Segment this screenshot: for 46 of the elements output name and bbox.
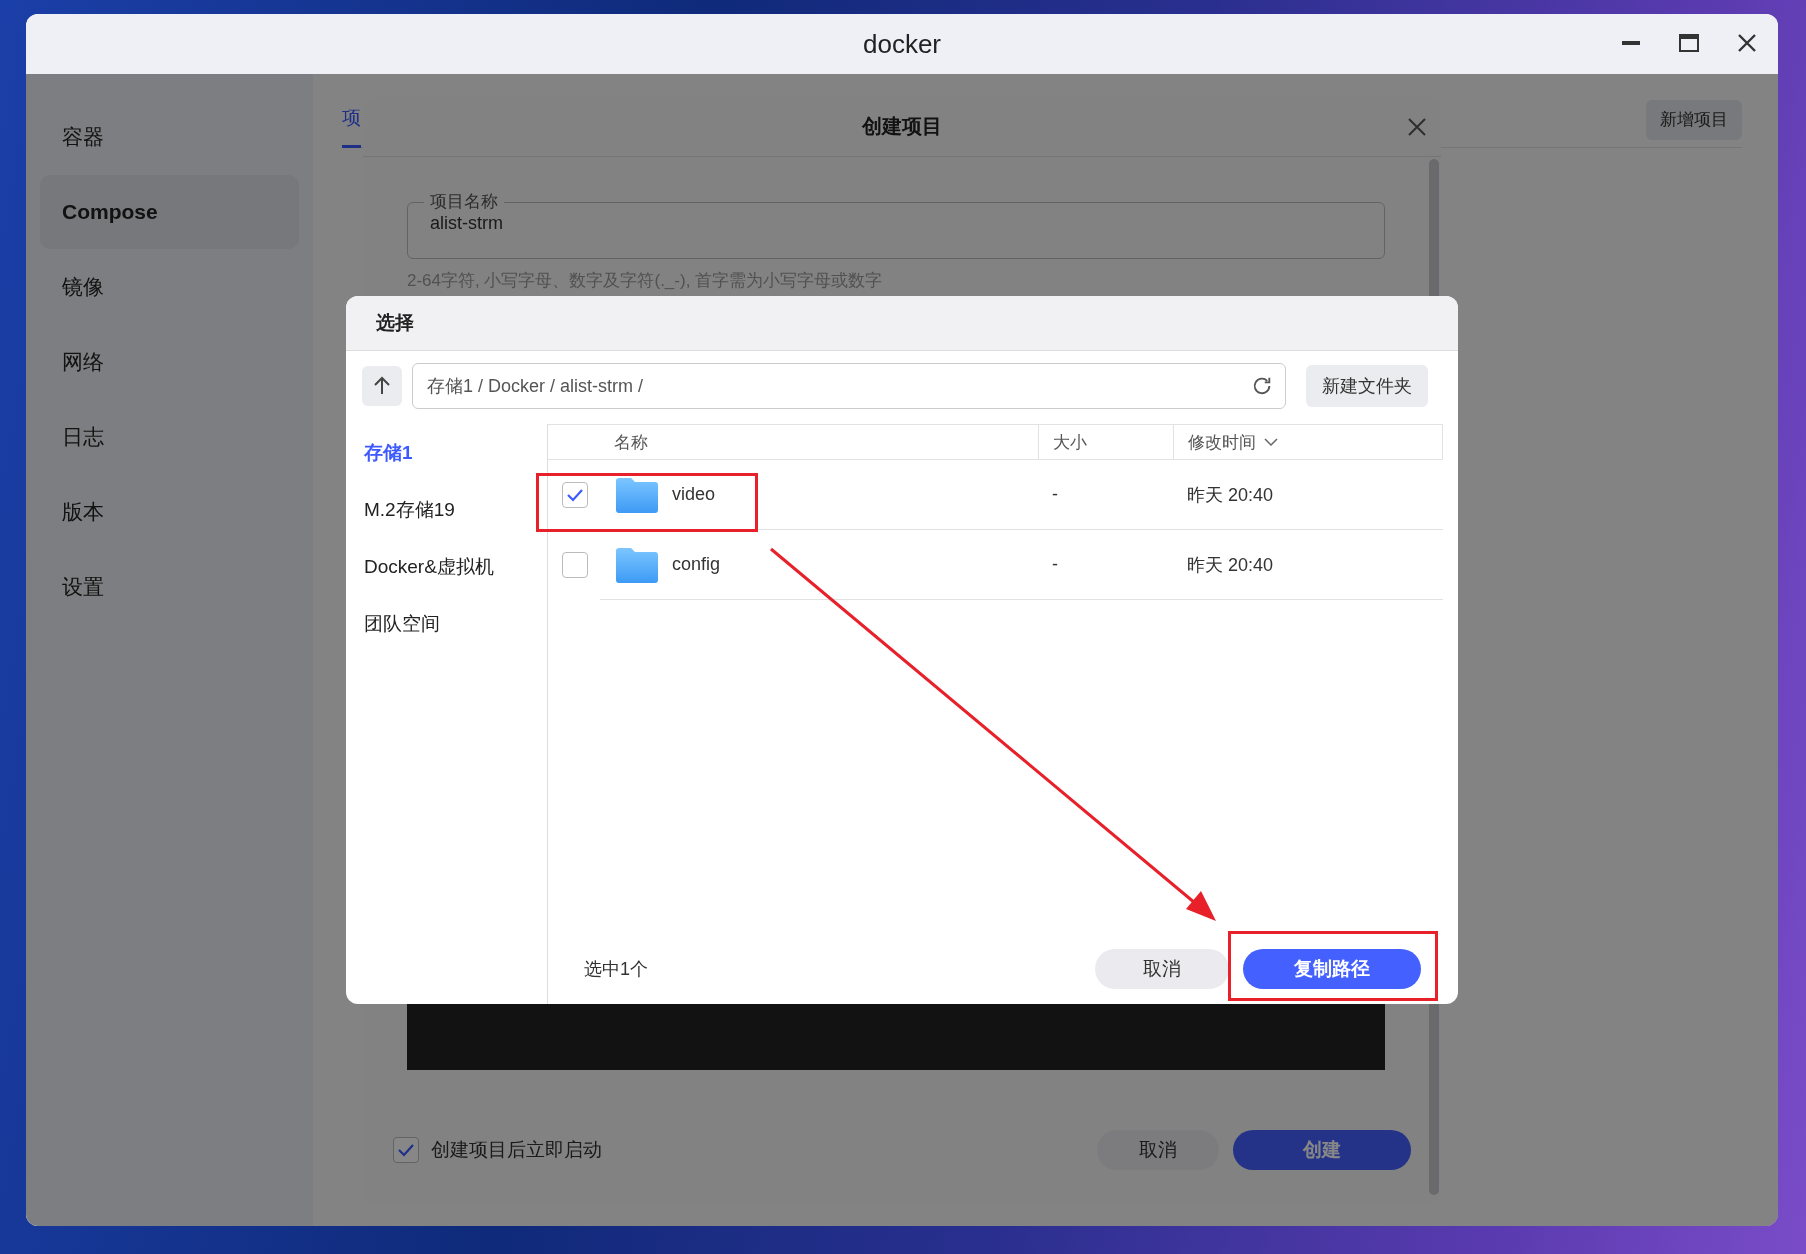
dialog-title: 创建项目 [862, 114, 942, 139]
check-icon [566, 487, 584, 502]
checkbox[interactable] [562, 551, 588, 578]
sidebar-item[interactable]: 网络 [40, 325, 299, 399]
new-folder-button[interactable]: 新建文件夹 [1306, 365, 1428, 407]
checkbox-label: 创建项目后立即启动 [431, 1138, 602, 1162]
cancel-button[interactable]: 取消 [1095, 949, 1229, 989]
location-item[interactable]: M.2存储19 [346, 481, 547, 538]
close-icon[interactable] [1736, 32, 1758, 54]
table-cell: - [1052, 554, 1058, 575]
check-icon [397, 1143, 415, 1157]
arrow-up-icon [372, 376, 392, 396]
location-item[interactable]: 存储1 [346, 424, 547, 481]
sidebar-item[interactable]: 容器 [40, 100, 299, 174]
file-name[interactable]: config [672, 554, 721, 575]
checkbox[interactable] [393, 1137, 419, 1163]
location-item[interactable]: 团队空间 [346, 595, 547, 652]
add-project-button[interactable]: 新增项目 [1646, 99, 1742, 140]
folder-icon [614, 546, 660, 583]
refresh-icon[interactable] [1251, 375, 1273, 397]
sidebar-item[interactable]: 设置 [40, 550, 299, 624]
create-button[interactable]: 创建 [1233, 1130, 1411, 1170]
sidebar-item[interactable]: 版本 [40, 475, 299, 549]
up-button[interactable] [362, 366, 402, 406]
sidebar-item[interactable]: Compose [40, 175, 299, 249]
maximize-icon[interactable] [1678, 32, 1700, 54]
folder-icon [614, 476, 660, 513]
table-cell-text: 昨天 20:40 [1187, 483, 1274, 507]
table-cell-text: 昨天 20:40 [1187, 553, 1274, 577]
column-header[interactable]: 大小 [1053, 430, 1087, 454]
column-header[interactable]: 修改时间 [1188, 430, 1256, 454]
chevron-down-icon[interactable] [1264, 437, 1278, 447]
dialog-title: 选择 [376, 311, 414, 335]
window-title: docker [862, 28, 941, 60]
file-name[interactable]: video [672, 484, 716, 505]
path-field[interactable]: 存储1 / Docker / alist-strm / [412, 363, 1286, 409]
checkbox[interactable] [562, 481, 588, 508]
table-cell: - [1052, 484, 1058, 505]
location-item[interactable]: Docker&虚拟机 [346, 538, 547, 595]
copy-path-button[interactable]: 复制路径 [1243, 949, 1421, 989]
selection-count: 选中1个 [584, 958, 648, 981]
cancel-button[interactable]: 取消 [1097, 1130, 1219, 1170]
sidebar-item[interactable]: 日志 [40, 400, 299, 474]
sidebar-item[interactable]: 镜像 [40, 250, 299, 324]
project-name-field[interactable]: 项目名称 alist-strm [407, 191, 1385, 259]
column-header[interactable]: 名称 [614, 430, 648, 454]
